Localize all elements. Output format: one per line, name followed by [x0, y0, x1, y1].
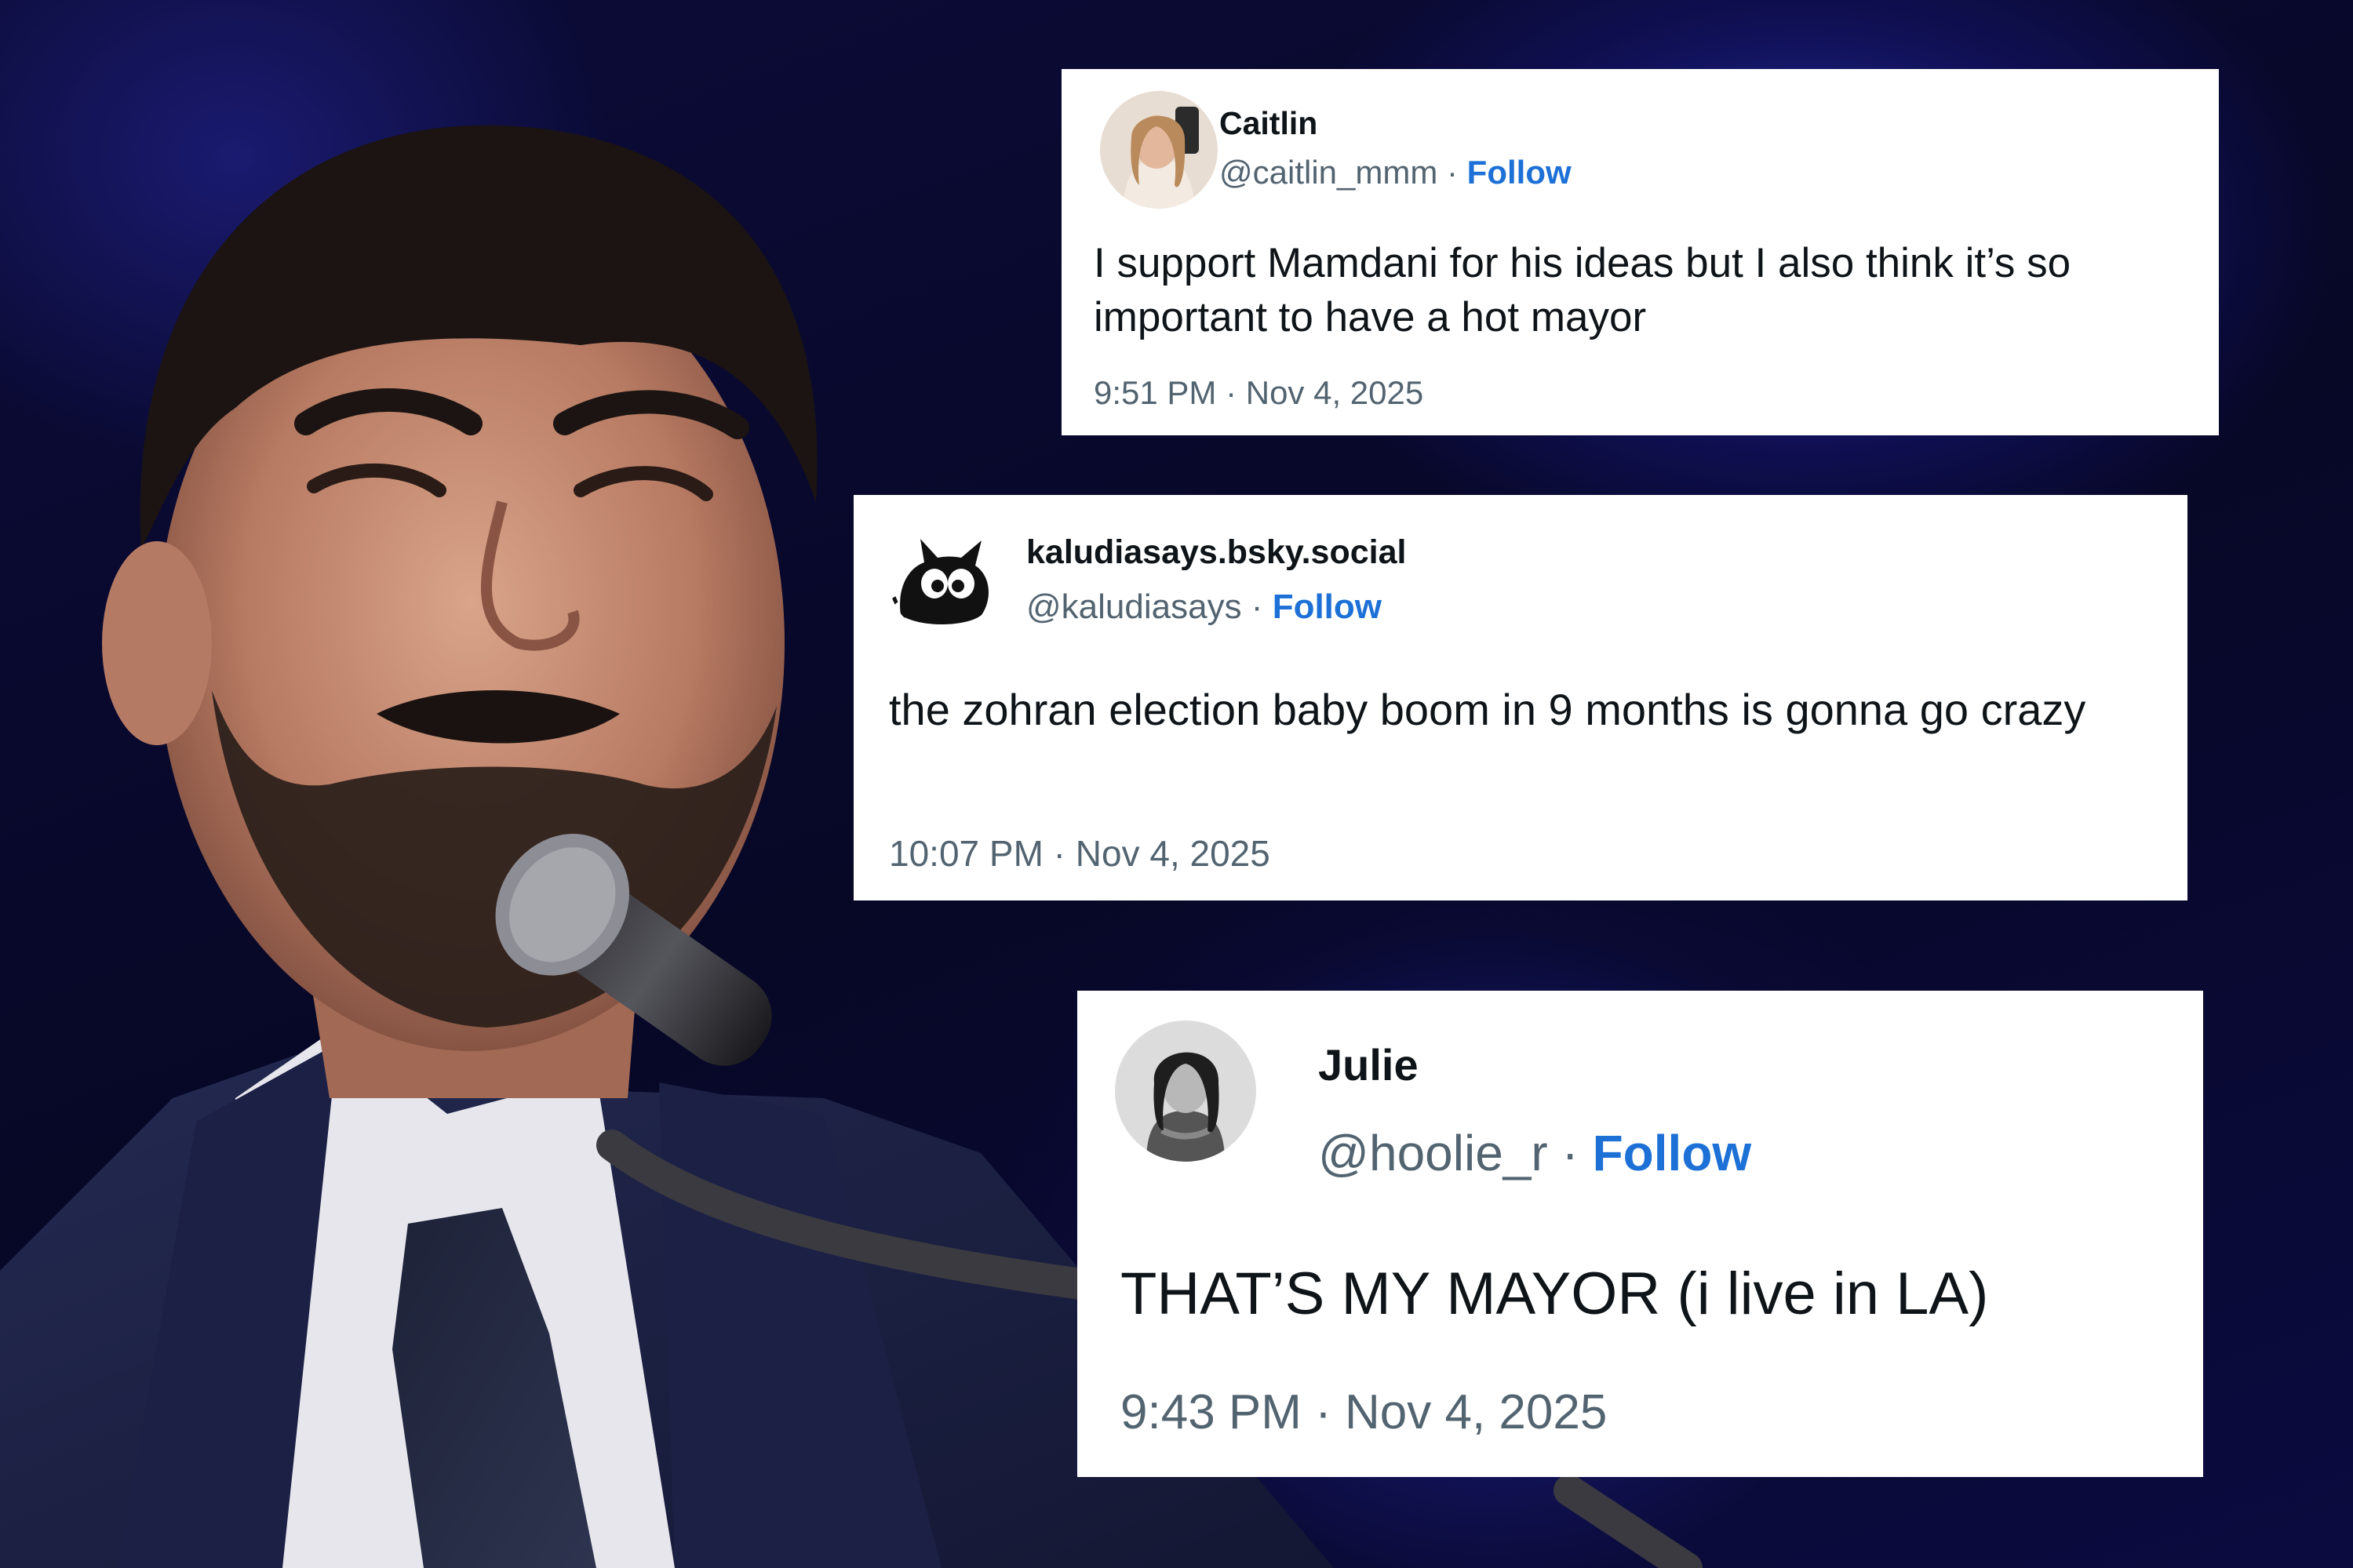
tweet-card: Caitlin @caitlin_mmm · Follow I support …	[1062, 69, 2219, 435]
tweet-handle-row: @hoolie_r · Follow	[1318, 1124, 1751, 1182]
black-cat-avatar-icon[interactable]	[889, 525, 999, 635]
tweet-text: I support Mamdani for his ideas but I al…	[1094, 240, 2071, 340]
tweet-handle[interactable]: @kaludiasays	[1026, 588, 1242, 626]
tweet-timestamp[interactable]: 10:07 PM · Nov 4, 2025	[889, 832, 1270, 875]
tweet-author-name[interactable]: Caitlin	[1219, 105, 1317, 142]
tweet-author-name[interactable]: kaludiasays.bsky.social	[1026, 533, 1406, 572]
tweet-handle-row: @caitlin_mmm · Follow	[1219, 154, 1572, 191]
tweet-text: THAT’S MY MAYOR (i live in LA)	[1120, 1261, 1989, 1327]
woman-selfie-avatar-icon[interactable]	[1100, 91, 1218, 209]
tweet-card: kaludiasays.bsky.social @kaludiasays · F…	[854, 495, 2187, 900]
separator-dot: ·	[1241, 588, 1273, 626]
tweet-timestamp[interactable]: 9:51 PM · Nov 4, 2025	[1094, 374, 1423, 412]
tweet-handle[interactable]: @caitlin_mmm	[1219, 154, 1437, 191]
separator-dot: ·	[1437, 154, 1467, 191]
tweet-text: the zohran election baby boom in 9 month…	[889, 685, 2086, 734]
tweet-timestamp[interactable]: 9:43 PM · Nov 4, 2025	[1120, 1384, 1607, 1440]
woman-portrait-avatar-icon[interactable]	[1115, 1020, 1256, 1162]
tweet-handle[interactable]: @hoolie_r	[1318, 1125, 1548, 1181]
tweet-author-name[interactable]: Julie	[1318, 1039, 1419, 1090]
separator-dot: ·	[1547, 1125, 1593, 1181]
follow-button[interactable]: Follow	[1467, 154, 1572, 191]
tweet-handle-row: @kaludiasays · Follow	[1026, 588, 1382, 627]
follow-button[interactable]: Follow	[1273, 588, 1382, 626]
tweet-card: Julie @hoolie_r · Follow THAT’S MY MAYOR…	[1077, 991, 2203, 1477]
follow-button[interactable]: Follow	[1593, 1125, 1752, 1181]
